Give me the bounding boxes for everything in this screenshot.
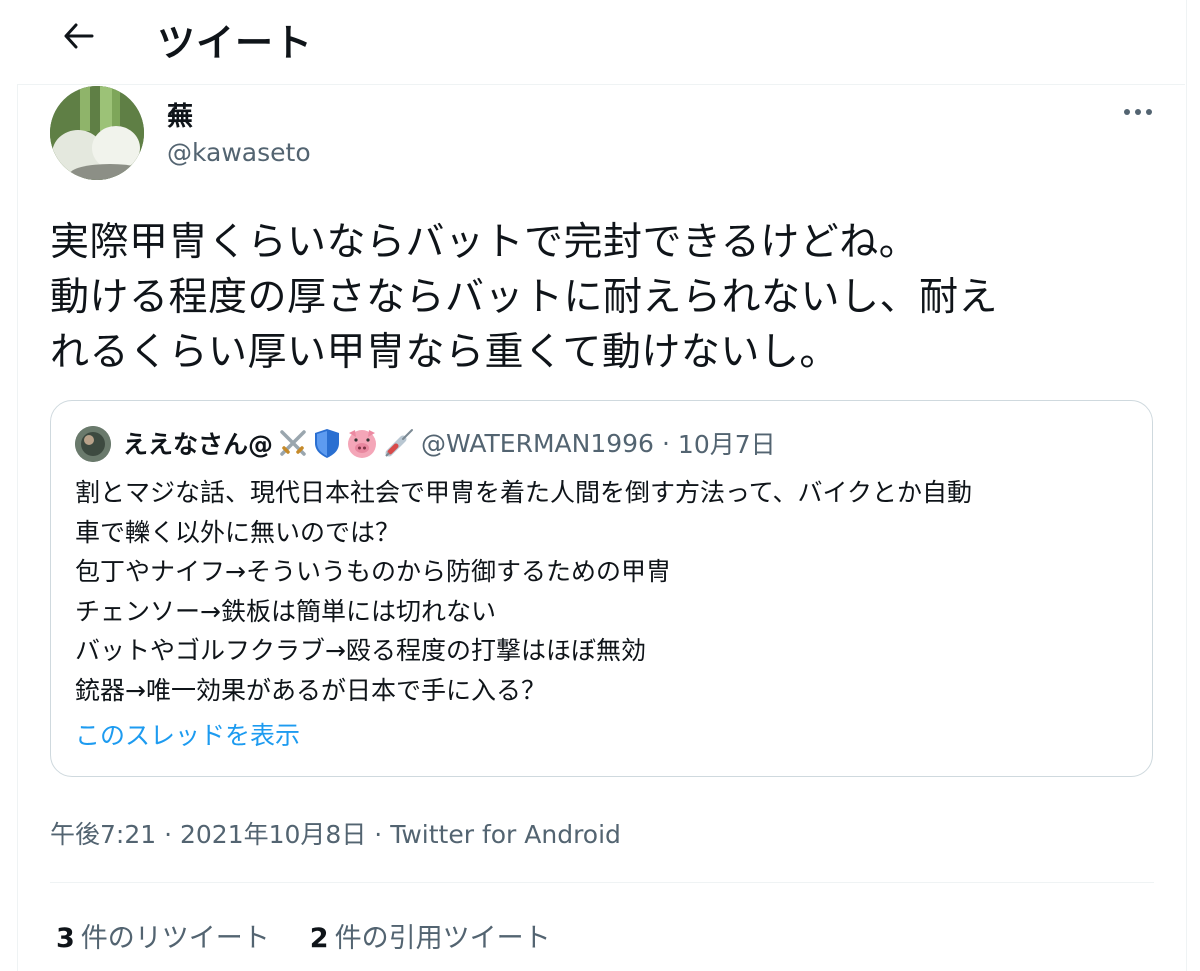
quoted-separator: · [661, 428, 670, 458]
more-horizontal-icon [1124, 109, 1152, 115]
quoted-tweet-text: 割とマジな話、現代日本社会で甲冑を着た人間を倒す方法って、バイクとか自動 車で轢… [75, 478, 973, 705]
syringe-icon [385, 429, 414, 457]
quoted-date[interactable]: 10月7日 [678, 425, 776, 461]
page-title: ツイート [157, 21, 314, 65]
meta-separator-2: · [374, 820, 383, 849]
crossed-swords-icon [280, 430, 306, 456]
tweet-time[interactable]: 午後7:21 [50, 820, 156, 849]
tweet-metadata: 午後7:21 · 2021年10月8日 · Twitter for Androi… [50, 815, 621, 851]
tweet-text: 実際甲冑くらいならバットで完封できるけどね。 動ける程度の厚さならバットに耐えら… [50, 220, 999, 375]
shield-icon [315, 429, 340, 458]
pig-face-icon [348, 430, 377, 458]
retweets-count: 3 [56, 923, 75, 954]
quoted-handle: @WATERMAN1996 [421, 428, 654, 458]
show-thread-link[interactable]: このスレッドを表示 [75, 716, 300, 752]
quoted-tweet-card[interactable]: ええなさん@ @WATERMAN1996 · 10月7日 割とマジな話、現代日本… [50, 400, 1153, 777]
author-display-name[interactable]: 蕪 [167, 96, 193, 133]
tweet-date[interactable]: 2021年10月8日 [180, 820, 366, 849]
quotes-label: 件の引用ツイート [334, 923, 551, 954]
tweet-client[interactable]: Twitter for Android [390, 820, 621, 849]
divider [50, 882, 1154, 883]
quote-tweets-stat[interactable]: 2 件の引用ツイート [310, 916, 551, 955]
retweets-stat[interactable]: 3 件のリツイート [56, 916, 270, 955]
author-handle[interactable]: @kawaseto [167, 138, 311, 167]
avatar-turnip-image [50, 86, 144, 180]
retweets-label: 件のリツイート [80, 923, 270, 954]
top-bar: ツイート [17, 0, 1185, 85]
arrow-left-icon [64, 23, 94, 49]
quoted-avatar [75, 426, 111, 462]
engagement-stats: 3 件のリツイート 2 件の引用ツイート [56, 916, 551, 955]
more-button[interactable] [1116, 96, 1160, 128]
quoted-display-name: ええなさん@ [123, 430, 274, 459]
meta-separator-1: · [164, 820, 173, 849]
avatar[interactable] [50, 86, 144, 180]
back-button[interactable] [53, 14, 105, 58]
quoted-header: ええなさん@ @WATERMAN1996 · 10月7日 [123, 425, 776, 461]
quotes-count: 2 [309, 923, 329, 954]
quoted-name-emojis [277, 427, 415, 459]
